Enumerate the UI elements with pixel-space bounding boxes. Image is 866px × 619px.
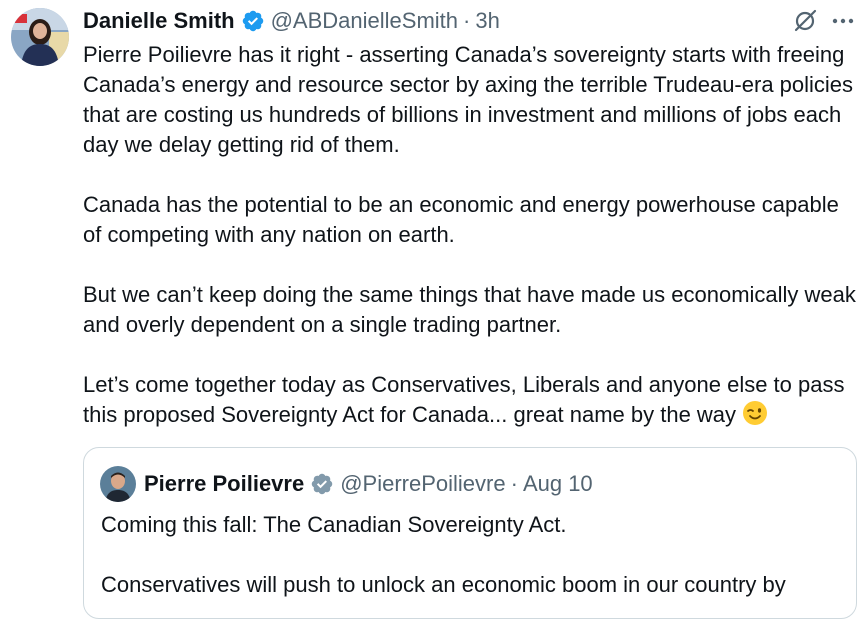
more-icon[interactable]: [830, 8, 856, 34]
quoted-tweet-header: Pierre Poilievre @PierrePoilievre · Aug …: [100, 466, 593, 502]
avatar-photo: [11, 8, 69, 66]
tweet-paragraph-text: Let’s come together today as Conservativ…: [83, 372, 845, 427]
tweet-paragraph: Pierre Poilievre has it right - assertin…: [83, 42, 854, 157]
author-handle[interactable]: @ABDanielleSmith: [271, 8, 458, 34]
quoted-paragraph: Conservatives will push to unlock an eco…: [101, 572, 786, 597]
quoted-tweet-text: Coming this fall: The Canadian Sovereign…: [101, 510, 846, 618]
winking-face-emoji: [742, 400, 768, 434]
quoted-author-name: Pierre Poilievre: [144, 471, 305, 496]
tweet-text: Pierre Poilievre has it right - assertin…: [83, 40, 858, 464]
tweet-paragraph-last: Let’s come together today as Conservativ…: [83, 370, 858, 434]
separator-dot: ·: [463, 8, 471, 33]
author-avatar[interactable]: [11, 8, 69, 66]
quoted-avatar-photo: [100, 466, 136, 502]
quoted-paragraph: Coming this fall: The Canadian Sovereign…: [101, 512, 567, 537]
quoted-tweet[interactable]: Pierre Poilievre @PierrePoilievre · Aug …: [83, 447, 857, 619]
tweet-header: Danielle Smith @ABDanielleSmith · 3h: [83, 6, 500, 36]
quoted-separator-dot: ·: [510, 471, 518, 496]
grok-icon[interactable]: [792, 8, 818, 34]
tweet-timestamp[interactable]: 3h: [475, 8, 499, 34]
verified-badge-icon[interactable]: [241, 9, 265, 33]
quoted-author-handle: @PierrePoilievre: [340, 471, 506, 496]
tweet[interactable]: Danielle Smith @ABDanielleSmith · 3h Pie…: [0, 0, 866, 619]
tweet-top-actions: [792, 8, 856, 34]
author-name[interactable]: Danielle Smith: [83, 8, 235, 34]
verified-badge-gray-icon: [310, 472, 334, 496]
tweet-paragraph: But we can’t keep doing the same things …: [83, 282, 856, 337]
tweet-paragraph: Canada has the potential to be an econom…: [83, 192, 839, 247]
quoted-tweet-timestamp: Aug 10: [522, 471, 593, 496]
quoted-author-avatar: [100, 466, 136, 502]
